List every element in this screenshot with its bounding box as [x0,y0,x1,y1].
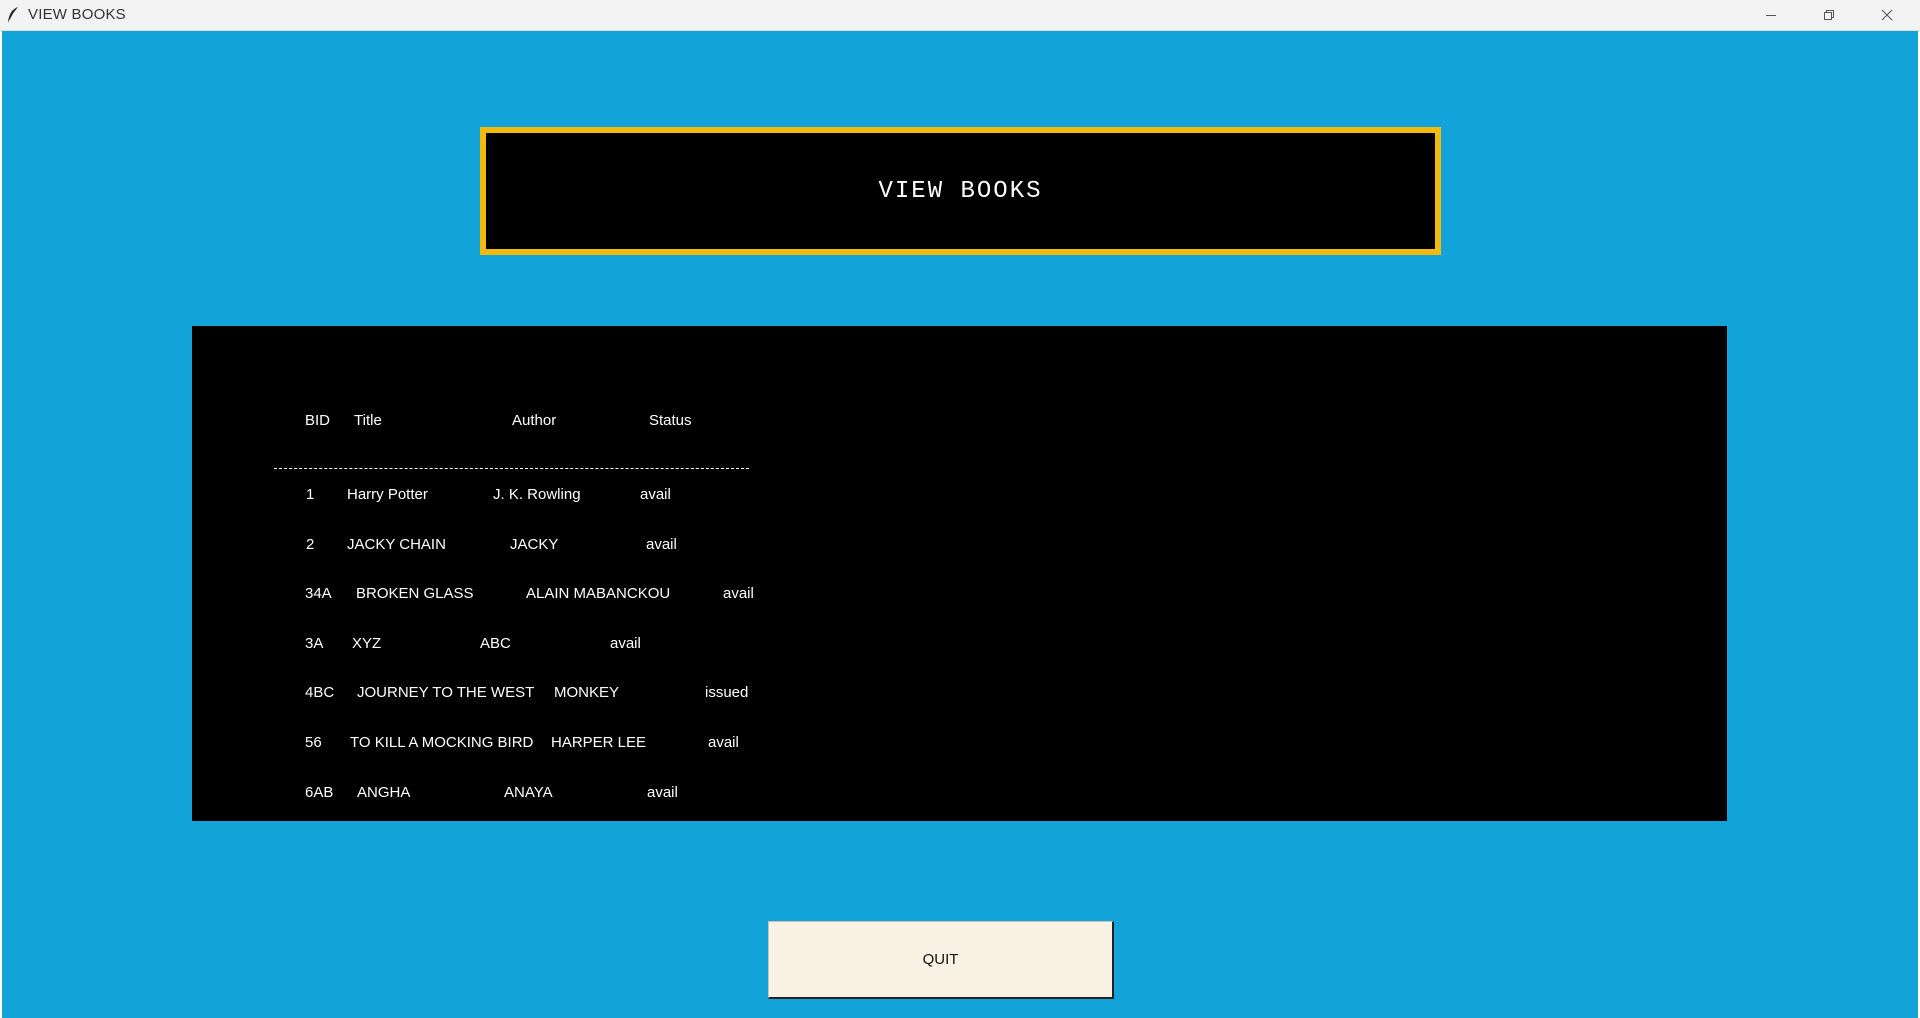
row-2-author: JACKY [510,536,559,553]
row-6-bid: 56 [305,734,322,751]
header-author: Author [512,412,557,429]
row-1-title: Harry Potter [347,486,428,503]
row-2-bid: 2 [306,536,315,553]
row-3-author: ALAIN MABANCKOU [526,585,671,602]
row-6-title: TO KILL A MOCKING BIRD [350,734,534,751]
row-5-title: JOURNEY TO THE WEST [357,684,535,701]
row-3-title: BROKEN GLASS [356,585,474,602]
minimize-icon [1766,15,1776,16]
row-1-author: J. K. Rowling [493,486,581,503]
header-bid: BID [305,412,331,429]
row-5-author: MONKEY [554,684,620,701]
quit-button[interactable]: QUIT [768,921,1114,999]
main-area: VIEW BOOKS BID Title Author Status 1 Har… [2,31,1918,1018]
window-title: VIEW BOOKS [28,6,126,23]
row-3-status: avail [723,585,754,602]
page-title: VIEW BOOKS [878,177,1043,205]
row-5-bid: 4BC [305,684,335,701]
row-4-status: avail [610,635,641,652]
row-5-status: issued [705,684,749,701]
minimize-button[interactable] [1748,0,1794,30]
table-divider [274,468,749,469]
row-4-title: XYZ [352,635,382,652]
feather-icon [7,7,18,24]
row-1-status: avail [640,486,671,503]
close-icon [1881,9,1893,21]
row-3-bid: 34A [305,585,332,602]
row-2-title: JACKY CHAIN [347,536,446,553]
row-2-status: avail [646,536,677,553]
restore-icon [1824,10,1834,20]
row-1-bid: 1 [306,486,315,503]
row-6-author: HARPER LEE [551,734,647,751]
header-status: Status [649,412,692,429]
row-7-bid: 6AB [305,784,334,801]
restore-button[interactable] [1806,0,1852,30]
header-title: Title [354,412,382,429]
row-7-author: ANAYA [504,784,553,801]
books-table: BID Title Author Status 1 Harry Potter J… [192,326,1727,821]
row-7-status: avail [647,784,678,801]
row-7-title: ANGHA [357,784,411,801]
row-4-author: ABC [480,635,511,652]
title-bar[interactable]: VIEW BOOKS [0,0,1920,31]
heading-frame: VIEW BOOKS [480,127,1441,255]
close-button[interactable] [1864,0,1910,30]
row-4-bid: 3A [305,635,324,652]
row-6-status: avail [708,734,739,751]
app-window: VIEW BOOKS VIEW BOOKS BID Title Author S… [0,0,1920,1018]
